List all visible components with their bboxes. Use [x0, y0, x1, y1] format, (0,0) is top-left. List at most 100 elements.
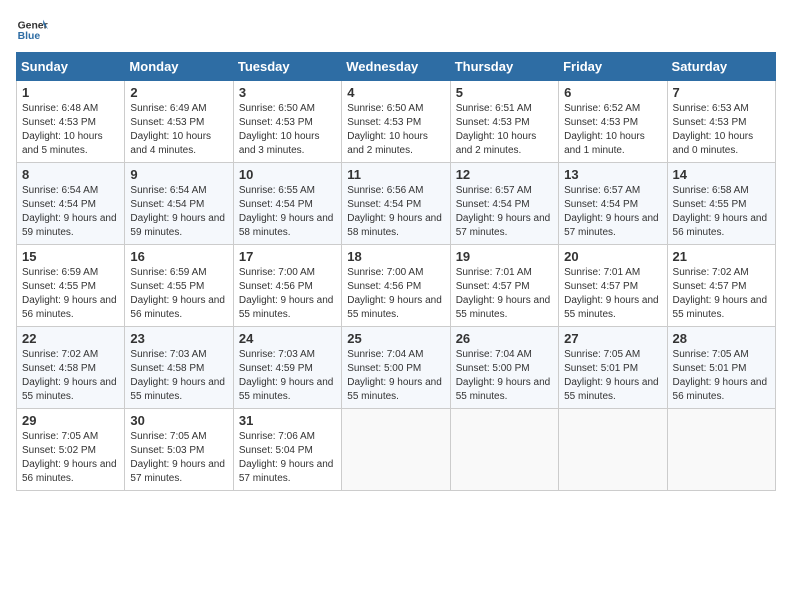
calendar-week-2: 8 Sunrise: 6:54 AM Sunset: 4:54 PM Daylig…	[17, 163, 776, 245]
logo: General Blue	[16, 16, 48, 44]
calendar-cell: 8 Sunrise: 6:54 AM Sunset: 4:54 PM Daylig…	[17, 163, 125, 245]
calendar-cell: 30Sunrise: 7:05 AM Sunset: 5:03 PM Dayli…	[125, 409, 233, 491]
day-info: Sunrise: 7:04 AM Sunset: 5:00 PM Dayligh…	[456, 348, 553, 404]
calendar-cell: 26 Sunrise: 7:04 AM Sunset: 5:00 PM Dayli…	[450, 327, 558, 409]
calendar-cell: 2 Sunrise: 6:49 AM Sunset: 4:53 PM Daylig…	[125, 81, 233, 163]
day-number: 15	[22, 249, 119, 264]
calendar-cell	[559, 409, 667, 491]
day-number: 2	[130, 85, 227, 100]
weekday-monday: Monday	[125, 53, 233, 81]
day-info: Sunrise: 6:54 AM Sunset: 4:54 PM Dayligh…	[130, 184, 227, 240]
day-info: Sunrise: 7:00 AM Sunset: 4:56 PM Dayligh…	[239, 266, 336, 322]
day-number: 31	[239, 413, 336, 428]
day-number: 7	[673, 85, 770, 100]
calendar-cell: 10 Sunrise: 6:55 AM Sunset: 4:54 PM Dayli…	[233, 163, 341, 245]
day-info: Sunrise: 6:49 AM Sunset: 4:53 PM Dayligh…	[130, 102, 227, 158]
calendar-week-5: 29 Sunrise: 7:05 AM Sunset: 5:02 PM Dayli…	[17, 409, 776, 491]
day-info: Sunrise: 6:52 AM Sunset: 4:53 PM Dayligh…	[564, 102, 661, 158]
day-number: 17	[239, 249, 336, 264]
calendar-cell: 11 Sunrise: 6:56 AM Sunset: 4:54 PM Dayli…	[342, 163, 450, 245]
day-info: Sunrise: 7:02 AM Sunset: 4:58 PM Dayligh…	[22, 348, 119, 404]
day-number: 18	[347, 249, 444, 264]
calendar-body: 1 Sunrise: 6:48 AM Sunset: 4:53 PM Daylig…	[17, 81, 776, 491]
calendar-cell: 13Sunrise: 6:57 AM Sunset: 4:54 PM Dayli…	[559, 163, 667, 245]
day-number: 8	[22, 167, 119, 182]
calendar-cell: 29 Sunrise: 7:05 AM Sunset: 5:02 PM Dayli…	[17, 409, 125, 491]
weekday-wednesday: Wednesday	[342, 53, 450, 81]
weekday-sunday: Sunday	[17, 53, 125, 81]
day-info: Sunrise: 6:57 AM Sunset: 4:54 PM Dayligh…	[456, 184, 553, 240]
day-number: 26	[456, 331, 553, 346]
calendar-week-1: 1 Sunrise: 6:48 AM Sunset: 4:53 PM Daylig…	[17, 81, 776, 163]
day-info: Sunrise: 7:00 AM Sunset: 4:56 PM Dayligh…	[347, 266, 444, 322]
day-number: 9	[130, 167, 227, 182]
calendar-cell: 21 Sunrise: 7:02 AM Sunset: 4:57 PM Dayli…	[667, 245, 775, 327]
calendar-table: SundayMondayTuesdayWednesdayThursdayFrid…	[16, 52, 776, 491]
weekday-thursday: Thursday	[450, 53, 558, 81]
day-info: Sunrise: 6:48 AM Sunset: 4:53 PM Dayligh…	[22, 102, 119, 158]
day-info: Sunrise: 6:54 AM Sunset: 4:54 PM Dayligh…	[22, 184, 119, 240]
day-info: Sunrise: 6:58 AM Sunset: 4:55 PM Dayligh…	[673, 184, 770, 240]
day-info: Sunrise: 6:53 AM Sunset: 4:53 PM Dayligh…	[673, 102, 770, 158]
weekday-header-row: SundayMondayTuesdayWednesdayThursdayFrid…	[17, 53, 776, 81]
day-number: 20	[564, 249, 661, 264]
day-number: 27	[564, 331, 661, 346]
day-number: 29	[22, 413, 119, 428]
calendar-cell: 6 Sunrise: 6:52 AM Sunset: 4:53 PM Daylig…	[559, 81, 667, 163]
day-info: Sunrise: 7:05 AM Sunset: 5:02 PM Dayligh…	[22, 430, 119, 486]
day-info: Sunrise: 7:01 AM Sunset: 4:57 PM Dayligh…	[564, 266, 661, 322]
calendar-cell: 7 Sunrise: 6:53 AM Sunset: 4:53 PM Daylig…	[667, 81, 775, 163]
calendar-cell: 4Sunrise: 6:50 AM Sunset: 4:53 PM Daylig…	[342, 81, 450, 163]
day-info: Sunrise: 6:59 AM Sunset: 4:55 PM Dayligh…	[22, 266, 119, 322]
calendar-cell: 1 Sunrise: 6:48 AM Sunset: 4:53 PM Daylig…	[17, 81, 125, 163]
calendar-cell: 20 Sunrise: 7:01 AM Sunset: 4:57 PM Dayli…	[559, 245, 667, 327]
day-number: 23	[130, 331, 227, 346]
svg-text:Blue: Blue	[18, 31, 41, 42]
day-info: Sunrise: 6:55 AM Sunset: 4:54 PM Dayligh…	[239, 184, 336, 240]
weekday-tuesday: Tuesday	[233, 53, 341, 81]
calendar-cell: 31Sunrise: 7:06 AM Sunset: 5:04 PM Dayli…	[233, 409, 341, 491]
day-number: 10	[239, 167, 336, 182]
calendar-cell: 23 Sunrise: 7:03 AM Sunset: 4:58 PM Dayli…	[125, 327, 233, 409]
day-number: 25	[347, 331, 444, 346]
calendar-cell: 14 Sunrise: 6:58 AM Sunset: 4:55 PM Dayli…	[667, 163, 775, 245]
day-number: 11	[347, 167, 444, 182]
day-info: Sunrise: 7:03 AM Sunset: 4:58 PM Dayligh…	[130, 348, 227, 404]
calendar-cell: 5Sunrise: 6:51 AM Sunset: 4:53 PM Daylig…	[450, 81, 558, 163]
day-number: 6	[564, 85, 661, 100]
calendar-cell: 27Sunrise: 7:05 AM Sunset: 5:01 PM Dayli…	[559, 327, 667, 409]
calendar-cell: 3 Sunrise: 6:50 AM Sunset: 4:53 PM Daylig…	[233, 81, 341, 163]
day-info: Sunrise: 7:04 AM Sunset: 5:00 PM Dayligh…	[347, 348, 444, 404]
day-number: 19	[456, 249, 553, 264]
day-info: Sunrise: 6:50 AM Sunset: 4:53 PM Dayligh…	[239, 102, 336, 158]
calendar-cell: 18 Sunrise: 7:00 AM Sunset: 4:56 PM Dayli…	[342, 245, 450, 327]
calendar-week-3: 15 Sunrise: 6:59 AM Sunset: 4:55 PM Dayli…	[17, 245, 776, 327]
day-number: 4	[347, 85, 444, 100]
calendar-cell: 12 Sunrise: 6:57 AM Sunset: 4:54 PM Dayli…	[450, 163, 558, 245]
day-number: 12	[456, 167, 553, 182]
day-info: Sunrise: 6:56 AM Sunset: 4:54 PM Dayligh…	[347, 184, 444, 240]
day-info: Sunrise: 6:59 AM Sunset: 4:55 PM Dayligh…	[130, 266, 227, 322]
calendar-cell	[342, 409, 450, 491]
day-number: 1	[22, 85, 119, 100]
day-number: 14	[673, 167, 770, 182]
day-number: 28	[673, 331, 770, 346]
calendar-cell: 28 Sunrise: 7:05 AM Sunset: 5:01 PM Dayli…	[667, 327, 775, 409]
calendar-cell	[450, 409, 558, 491]
calendar-cell: 24Sunrise: 7:03 AM Sunset: 4:59 PM Dayli…	[233, 327, 341, 409]
calendar-week-4: 22Sunrise: 7:02 AM Sunset: 4:58 PM Dayli…	[17, 327, 776, 409]
day-number: 21	[673, 249, 770, 264]
day-info: Sunrise: 7:02 AM Sunset: 4:57 PM Dayligh…	[673, 266, 770, 322]
page-header: General Blue	[16, 16, 776, 44]
logo-icon: General Blue	[16, 16, 48, 44]
day-info: Sunrise: 7:05 AM Sunset: 5:01 PM Dayligh…	[673, 348, 770, 404]
weekday-friday: Friday	[559, 53, 667, 81]
calendar-cell: 17 Sunrise: 7:00 AM Sunset: 4:56 PM Dayli…	[233, 245, 341, 327]
calendar-cell: 15 Sunrise: 6:59 AM Sunset: 4:55 PM Dayli…	[17, 245, 125, 327]
day-info: Sunrise: 6:51 AM Sunset: 4:53 PM Dayligh…	[456, 102, 553, 158]
calendar-cell: 22Sunrise: 7:02 AM Sunset: 4:58 PM Dayli…	[17, 327, 125, 409]
day-info: Sunrise: 7:05 AM Sunset: 5:03 PM Dayligh…	[130, 430, 227, 486]
calendar-cell: 25 Sunrise: 7:04 AM Sunset: 5:00 PM Dayli…	[342, 327, 450, 409]
day-number: 3	[239, 85, 336, 100]
day-info: Sunrise: 7:01 AM Sunset: 4:57 PM Dayligh…	[456, 266, 553, 322]
